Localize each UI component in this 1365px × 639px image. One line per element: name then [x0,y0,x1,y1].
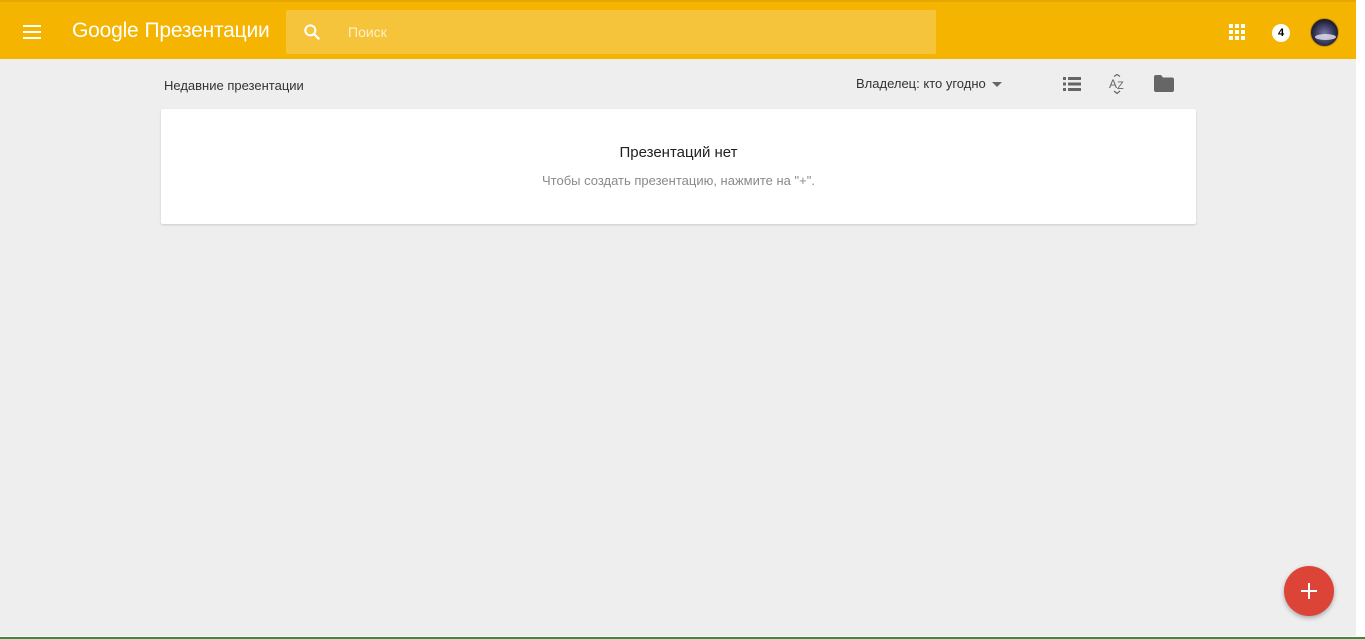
sort-az-icon[interactable]: A Z [1108,74,1126,94]
empty-state-hint: Чтобы создать презентацию, нажмите на "+… [542,173,815,188]
app-logo[interactable]: Google Презентации [72,19,270,43]
list-view-icon[interactable] [1063,77,1081,91]
search-input[interactable] [348,10,908,54]
empty-state-card: Презентаций нет Чтобы создать презентаци… [161,109,1196,224]
empty-state-title: Презентаций нет [619,144,738,161]
user-avatar[interactable] [1310,18,1339,47]
create-presentation-button[interactable] [1284,566,1334,616]
notifications-badge[interactable]: 4 [1272,24,1290,42]
plus-icon [1301,583,1317,599]
svg-text:Z: Z [1117,80,1124,92]
app-name: Презентации [144,19,270,42]
search-bar[interactable] [286,10,936,54]
owner-filter-dropdown[interactable]: Владелец: кто угодно [856,76,1002,91]
search-icon[interactable] [302,22,322,42]
scrollbar[interactable] [1356,0,1365,639]
main-menu-button[interactable] [20,20,44,44]
svg-text:A: A [1109,77,1117,91]
apps-grid-icon[interactable] [1229,24,1245,40]
chevron-down-icon [991,81,1002,87]
top-app-bar: GoogleПрезентации 4 [0,0,1356,59]
owner-filter-label: Владелец: кто угодно [856,76,986,91]
folder-icon[interactable] [1154,75,1174,92]
brand-name: Google [72,19,139,42]
section-title: Недавние презентации [164,78,304,93]
hamburger-menu-icon [23,25,41,27]
